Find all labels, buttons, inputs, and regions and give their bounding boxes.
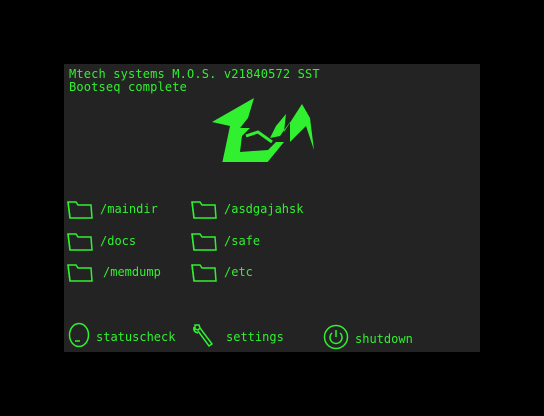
folder-maindir[interactable]: /maindir <box>66 198 158 220</box>
folder-memdump[interactable]: /memdump <box>66 261 161 283</box>
statuscheck-button[interactable]: statuscheck <box>68 322 175 352</box>
statuscheck-label: statuscheck <box>96 330 176 344</box>
folder-icon <box>190 261 218 283</box>
shutdown-button[interactable]: shutdown <box>323 324 413 352</box>
folder-docs[interactable]: /docs <box>66 230 136 252</box>
folder-label: /maindir <box>100 202 158 216</box>
wrench-icon <box>192 322 216 352</box>
folder-asdgajahsk[interactable]: /asdgajahsk <box>190 198 303 220</box>
terminal-screen: Mtech systems M.O.S. v21840572 SST Boots… <box>64 64 480 352</box>
folder-icon <box>66 198 94 220</box>
shutdown-label: shutdown <box>355 332 413 346</box>
folder-safe[interactable]: /safe <box>190 230 260 252</box>
boot-status: Bootseq complete <box>69 80 187 94</box>
settings-label: settings <box>226 330 284 344</box>
folder-label: /etc <box>224 265 253 279</box>
status-icon <box>68 322 90 352</box>
folder-label: /memdump <box>103 265 161 279</box>
system-title: Mtech systems M.O.S. v21840572 SST <box>69 67 320 81</box>
folder-icon <box>66 261 94 283</box>
folder-label: /asdgajahsk <box>224 202 304 216</box>
dm-logo-icon <box>210 98 330 166</box>
settings-button[interactable]: settings <box>192 322 284 352</box>
folder-icon <box>190 230 218 252</box>
folder-label: /docs <box>100 234 137 248</box>
folder-icon <box>190 198 218 220</box>
folder-icon <box>66 230 94 252</box>
power-icon <box>323 324 349 352</box>
folder-label: /safe <box>224 234 261 248</box>
folder-etc[interactable]: /etc <box>190 261 253 283</box>
